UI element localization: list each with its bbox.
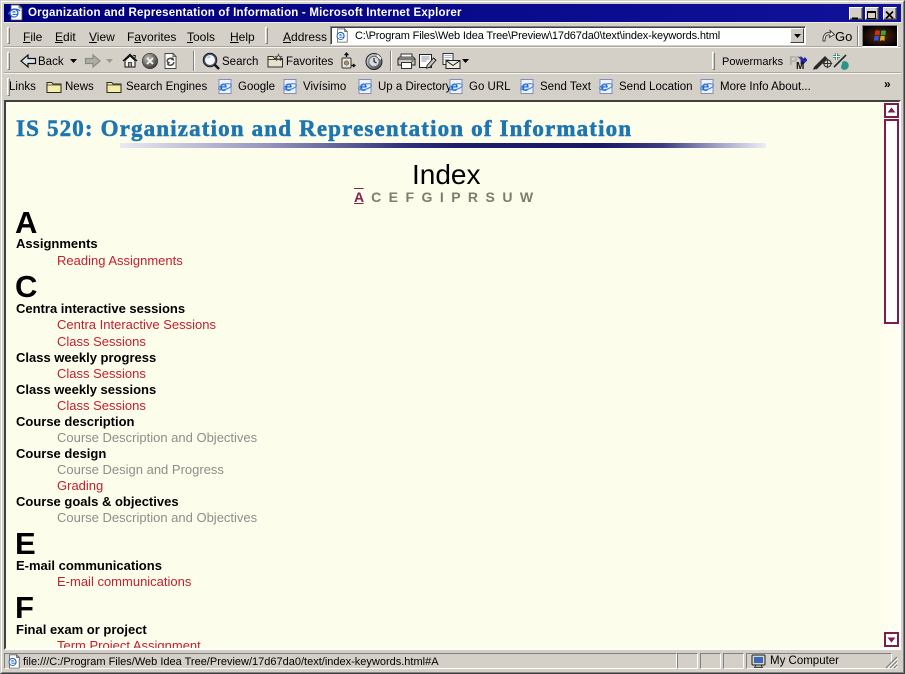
- svg-text:M: M: [796, 61, 804, 71]
